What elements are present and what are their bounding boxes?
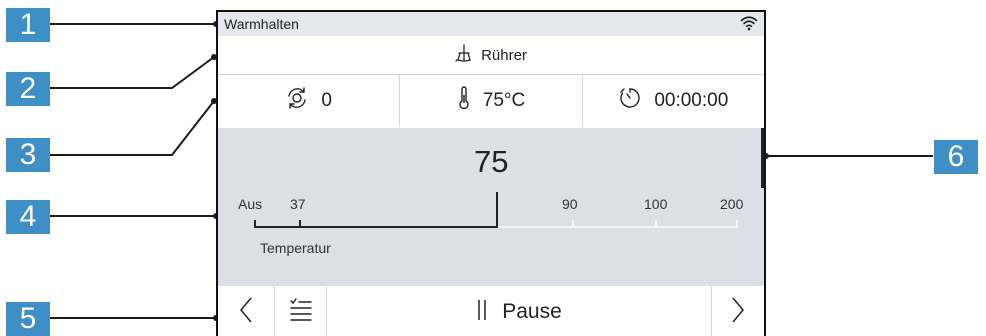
checklist-button[interactable]: [275, 286, 327, 336]
slider-tick: [299, 220, 301, 228]
tick-label-200: 200: [720, 196, 744, 212]
slider-tick: [736, 220, 738, 228]
device-screen: Warmhalten Rührer 0 75°C 00:00:00 75 Aus…: [216, 10, 766, 336]
callout-2: 2: [6, 72, 50, 106]
chevron-right-icon: [731, 297, 745, 328]
thermometer-icon: [457, 86, 471, 116]
program-bar[interactable]: Rührer: [218, 36, 764, 75]
callout-1: 1: [6, 8, 50, 42]
slider-tick: [254, 220, 256, 228]
callout-4: 4: [6, 200, 50, 234]
chevron-left-icon: [239, 297, 253, 328]
wifi-icon: [740, 15, 758, 36]
callout-3: 3: [6, 138, 50, 172]
pause-label: Pause: [502, 300, 562, 323]
temperature-value: 75°C: [482, 90, 526, 111]
slider-label: Temperatur: [260, 240, 331, 256]
timer-value: 00:00:00: [654, 90, 729, 111]
slider-tick: [655, 220, 657, 228]
callout-5: 5: [6, 302, 50, 336]
forward-button[interactable]: [712, 286, 764, 336]
slider-tick: [572, 220, 574, 228]
status-bar: Warmhalten: [218, 12, 764, 36]
temperature-cell[interactable]: 75°C: [400, 75, 583, 127]
rotation-icon: [285, 86, 309, 116]
tick-label-100: 100: [644, 196, 668, 212]
slider-track-fill: [254, 226, 497, 228]
timer-cell[interactable]: 00:00:00: [583, 75, 764, 127]
info-row: 0 75°C 00:00:00: [218, 75, 764, 127]
timer-icon: [618, 86, 642, 116]
pause-button[interactable]: Pause: [327, 286, 712, 336]
callout-6: 6: [934, 140, 978, 174]
slider-handle[interactable]: [496, 192, 498, 228]
back-button[interactable]: [218, 286, 275, 336]
slider-value: 75: [474, 144, 509, 179]
program-label: Rührer: [481, 46, 527, 64]
rotation-cell[interactable]: 0: [218, 75, 401, 127]
tick-label-aus: Aus: [238, 196, 263, 212]
tick-label-90: 90: [562, 196, 578, 212]
rotation-value: 0: [321, 90, 332, 111]
stirrer-icon: [455, 43, 473, 67]
nav-bar: Pause: [218, 286, 764, 336]
temperature-slider[interactable]: 75 Aus 37 90 100 200 Temperatur: [218, 128, 764, 286]
pause-icon: [476, 299, 488, 326]
checklist-icon: [289, 297, 312, 327]
status-title: Warmhalten: [224, 16, 299, 32]
scroll-indicator[interactable]: [761, 128, 764, 188]
tick-label-37: 37: [290, 196, 306, 212]
